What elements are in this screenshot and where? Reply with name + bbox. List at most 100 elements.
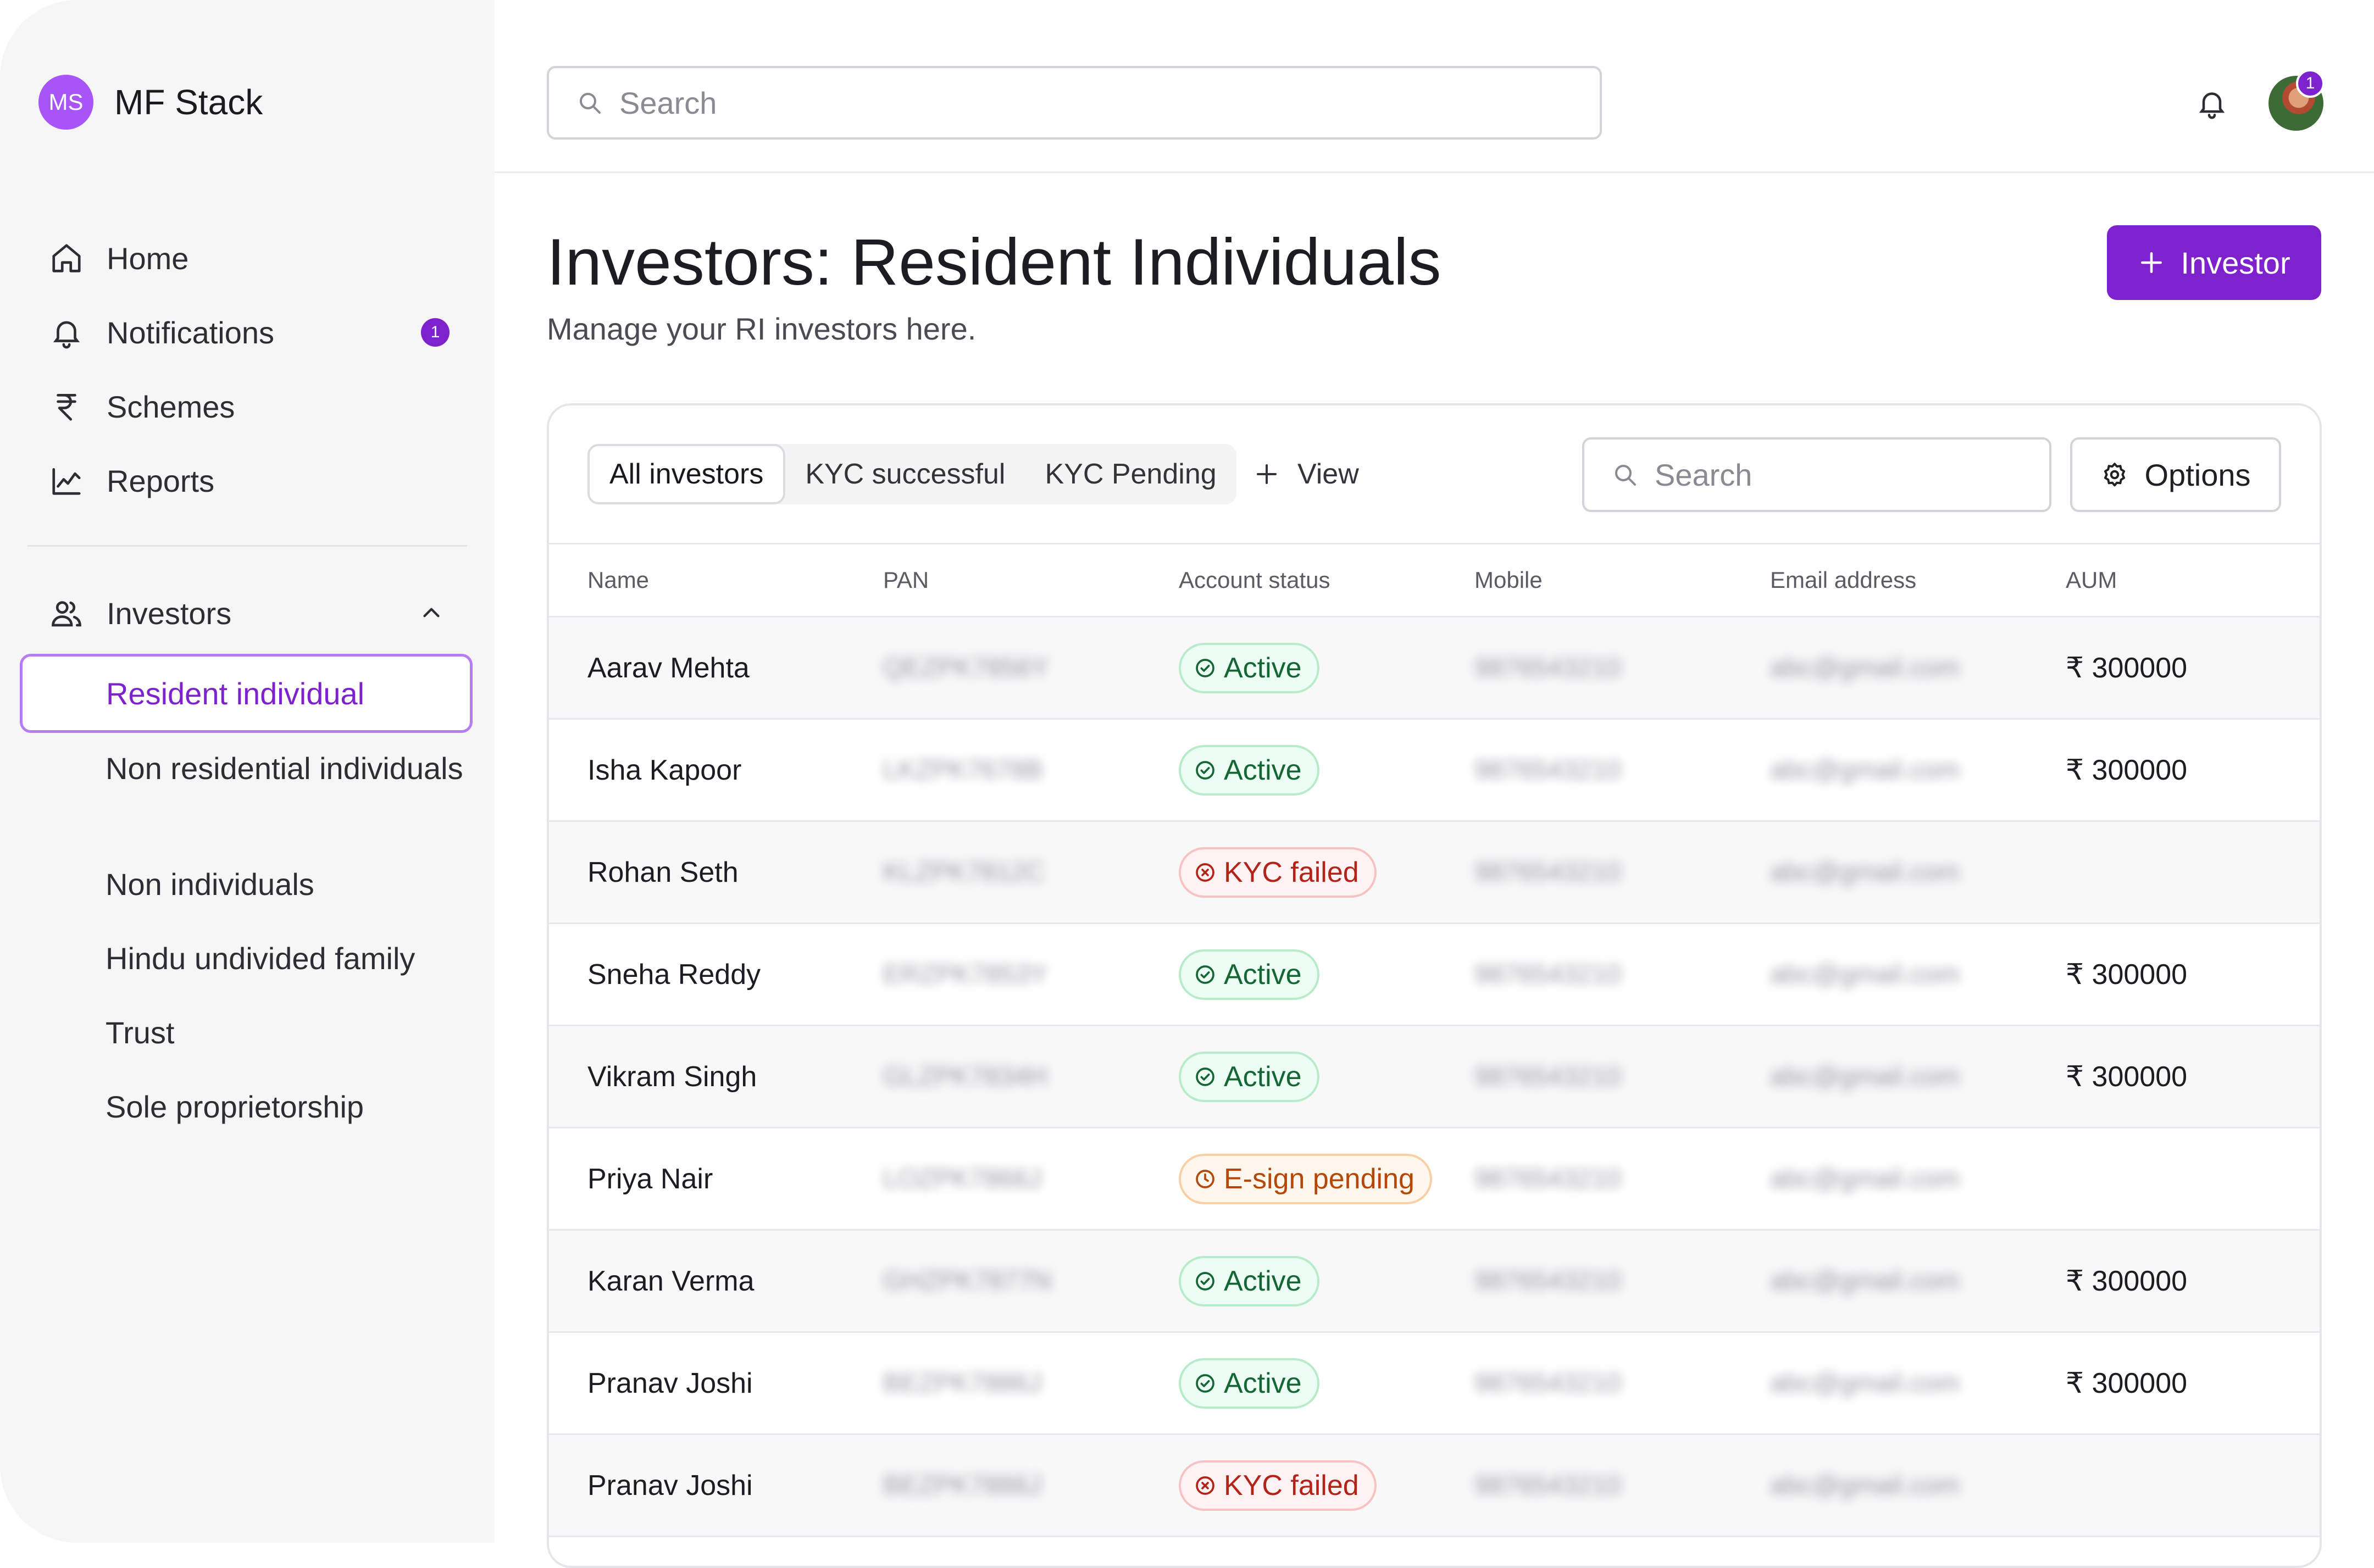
cell-pan: GLZPK7834H [883,1062,1047,1091]
cell-pan: BEZPK7886J [883,1369,1042,1398]
sidebar-item-label: Notifications [107,315,275,350]
status-badge: Active [1179,1255,1319,1306]
status-badge: KYC failed [1179,1460,1377,1511]
status-label: KYC failed [1224,1469,1359,1502]
check-circle-icon [1196,1374,1214,1393]
cell-pan: LKZPK7678B [883,755,1043,785]
sidebar-item-label: Reports [107,463,215,498]
table-row[interactable]: Rohan Seth KLZPK7812C KYC failed 9876543210… [549,822,2320,924]
add-view-button[interactable]: View [1253,444,1359,504]
table-row[interactable]: Isha Kapoor LKZPK7678B Active 9876543210 abc… [549,720,2320,822]
topbar-divider [495,171,2374,173]
cell-mobile: 9876543210 [1474,1369,1621,1398]
column-header-pan[interactable]: PAN [883,544,929,616]
cell-name: Pranav Joshi [587,1469,753,1502]
cell-email: abc@gmail.com [1770,1266,1960,1295]
x-circle-icon [1196,863,1214,882]
cell-pan: GHZPK7877N [883,1266,1052,1295]
rupee-icon [57,394,76,421]
table-row[interactable]: Pranav Joshi BEZPK7886J Active 9876543210 ab… [549,1333,2320,1435]
brand-name: MF Stack [114,82,263,122]
cell-name: Rohan Seth [587,856,739,888]
status-label: Active [1224,1367,1302,1399]
column-header-name[interactable]: Name [587,544,649,616]
add-view-label: View [1297,458,1359,490]
cell-mobile: 9876543210 [1474,1471,1621,1500]
options-label: Options [2144,457,2251,492]
sidebar-item-reports[interactable]: Reports [49,453,214,508]
sidebar-item-label: Schemes [107,389,235,424]
tab-all-investors[interactable]: All investors [587,444,786,504]
tab-kyc-pending[interactable]: KYC Pending [1025,444,1236,504]
sidebar: MS MF Stack Home Notifications 1 Schemes… [0,0,495,1543]
gear-icon [2104,463,2125,487]
cell-name: Aarav Mehta [587,652,750,684]
add-investor-label: Investor [2181,245,2290,280]
sidebar-subitem-trust[interactable]: Trust [106,1013,468,1053]
sidebar-subitem-non-residential-individuals[interactable]: Non residential individuals [106,748,468,789]
table-row[interactable]: Priya Nair LOZPK7866J E-sign pending 987654… [549,1128,2320,1231]
table-row[interactable]: Vikram Singh GLZPK7834H Active 9876543210 ab… [549,1026,2320,1128]
cell-mobile: 9876543210 [1474,755,1621,785]
column-header-email[interactable]: Email address [1770,544,1916,616]
table-row[interactable]: Aarav Mehta QEZPK7856Y Active 9876543210 abc… [549,618,2320,720]
cell-status: Active [1179,1026,1319,1127]
cell-name: Priya Nair [587,1163,713,1195]
plus-icon [1257,464,1277,484]
chevron-up-icon[interactable] [418,599,445,626]
check-circle-icon [1196,658,1214,677]
options-button[interactable]: Options [2070,437,2281,512]
table-search-input[interactable]: Search [1582,437,2051,512]
plus-icon [2141,252,2162,273]
column-header-aum[interactable]: AUM [2066,544,2117,616]
sidebar-divider [27,545,467,547]
status-label: Active [1224,754,1302,786]
sidebar-subitem-resident-individual[interactable]: Resident individual [20,654,473,733]
cell-aum: ₹ 300000 [2066,1367,2188,1399]
cell-mobile: 9876543210 [1474,858,1621,887]
sidebar-item-schemes[interactable]: Schemes [49,379,235,434]
cell-email: abc@gmail.com [1770,1164,1960,1193]
cell-mobile: 9876543210 [1474,960,1621,989]
table-row[interactable]: Pranav Joshi BEZPK7886J KYC failed 98765432… [549,1435,2320,1537]
cell-status: E-sign pending [1179,1128,1432,1229]
cell-status: KYC failed [1179,822,1377,922]
check-circle-icon [1196,1067,1214,1086]
sidebar-item-notifications[interactable]: Notifications [49,305,274,360]
brand[interactable]: MS MF Stack [38,75,263,130]
avatar-notification-badge: 1 [2296,69,2325,98]
status-label: Active [1224,652,1302,684]
cell-status: KYC failed [1179,1435,1377,1536]
add-investor-button[interactable]: Investor [2107,225,2321,300]
cell-name: Isha Kapoor [587,754,742,786]
cell-aum: ₹ 300000 [2066,1265,2188,1297]
table-row[interactable]: Karan Verma GHZPK7877N Active 9876543210 abc… [549,1231,2320,1333]
tab-kyc-successful[interactable]: KYC successful [785,444,1025,504]
column-header-account-status[interactable]: Account status [1179,544,1330,616]
chart-line-icon [52,468,81,495]
cell-name: Sneha Reddy [587,958,761,991]
status-badge: Active [1179,949,1319,1000]
table-row[interactable]: Sneha Reddy ERZPK7853Y Active 9876543210 abc… [549,924,2320,1026]
cell-mobile: 9876543210 [1474,653,1621,682]
sidebar-subitem-non-individuals[interactable]: Non individuals [106,864,468,905]
cell-aum: ₹ 300000 [2066,958,2188,991]
sidebar-item-home[interactable]: Home [49,231,188,286]
global-search-input[interactable]: Search [547,66,1602,140]
notification-count-badge: 1 [421,318,450,347]
sidebar-subitem-sole-proprietorship[interactable]: Sole proprietorship [106,1087,468,1127]
column-header-mobile[interactable]: Mobile [1474,544,1543,616]
sidebar-item-investors[interactable]: Investors [49,586,231,641]
status-label: KYC failed [1224,856,1359,888]
status-label: Active [1224,958,1302,991]
cell-aum: ₹ 300000 [2066,754,2188,786]
cell-pan: KLZPK7812C [883,858,1045,887]
cell-status: Active [1179,618,1319,718]
bell-icon[interactable] [2195,87,2228,120]
sidebar-subitem-hindu-undivided-family[interactable]: Hindu undivided family [106,938,468,979]
page-subtitle: Manage your RI investors here. [547,312,977,346]
global-search-placeholder: Search [619,85,717,120]
brand-badge: MS [38,75,93,130]
status-badge: Active [1179,1051,1319,1102]
status-label: Active [1224,1265,1302,1297]
